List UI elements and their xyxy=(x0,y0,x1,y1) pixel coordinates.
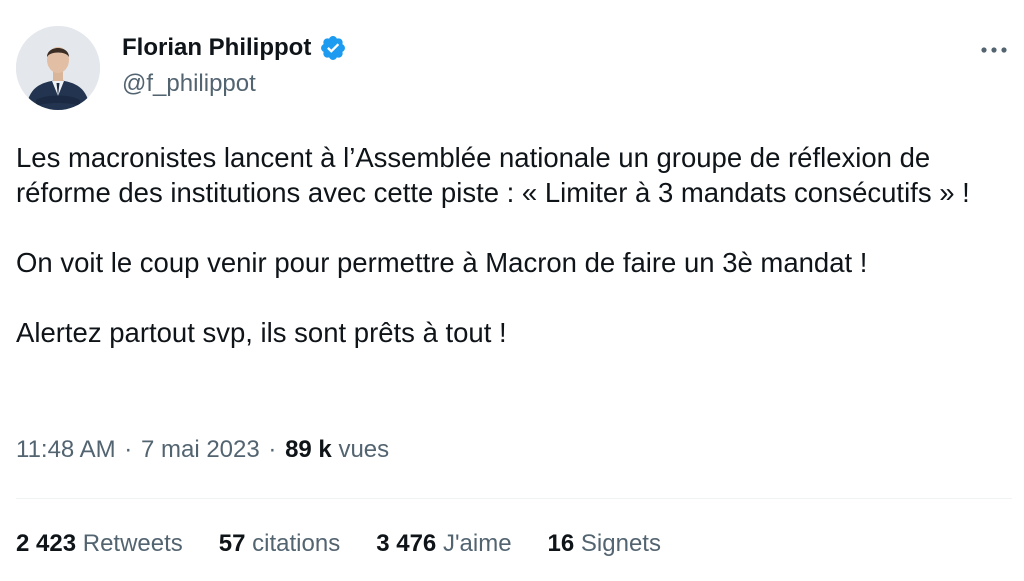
bookmarks-label: Signets xyxy=(580,530,661,557)
author-handle[interactable]: @f_philippot xyxy=(122,70,256,98)
divider xyxy=(16,498,1012,499)
verified-badge-icon[interactable] xyxy=(319,34,347,62)
likes-count: 3 476 xyxy=(376,530,437,557)
author-name[interactable]: Florian Philippot xyxy=(122,34,311,62)
tweet-meta: 11:48 AM · 7 mai 2023 · 89 k vues xyxy=(16,436,389,464)
tweet-paragraph: Alertez partout svp, ils sont prêts à to… xyxy=(16,317,507,348)
more-dots-icon xyxy=(981,47,1007,53)
likes-label: J'aime xyxy=(442,530,512,557)
tweet-card: Florian Philippot @f_philippot Les macro… xyxy=(0,0,1024,581)
views-count: 89 k xyxy=(285,436,332,463)
likes-stat[interactable]: 3 476 J'aime xyxy=(376,530,511,558)
meta-separator: · xyxy=(268,436,277,463)
bookmarks-stat[interactable]: 16 Signets xyxy=(548,530,661,558)
quotes-count: 57 xyxy=(218,530,246,557)
tweet-stats: 2 423 Retweets 57 citations 3 476 J'aime… xyxy=(16,530,661,558)
tweet-paragraph: On voit le coup venir pour permettre à M… xyxy=(16,247,868,278)
retweets-label: Retweets xyxy=(82,530,183,557)
avatar[interactable] xyxy=(16,26,100,110)
quotes-label: citations xyxy=(252,530,341,557)
tweet-time[interactable]: 11:48 AM xyxy=(16,436,116,463)
retweets-stat[interactable]: 2 423 Retweets xyxy=(16,530,183,558)
retweets-count: 2 423 xyxy=(16,530,77,557)
more-button[interactable] xyxy=(972,34,1016,66)
tweet-date[interactable]: 7 mai 2023 xyxy=(141,436,260,463)
quotes-stat[interactable]: 57 citations xyxy=(219,530,340,558)
tweet-text: Les macronistes lancent à l’Assemblée na… xyxy=(16,140,1006,350)
views-label: vues xyxy=(338,436,390,463)
meta-separator: · xyxy=(124,436,133,463)
tweet-paragraph: Les macronistes lancent à l’Assemblée na… xyxy=(16,142,970,208)
bookmarks-count: 16 xyxy=(547,530,575,557)
author-row: Florian Philippot xyxy=(122,34,347,62)
avatar-image xyxy=(16,26,100,110)
